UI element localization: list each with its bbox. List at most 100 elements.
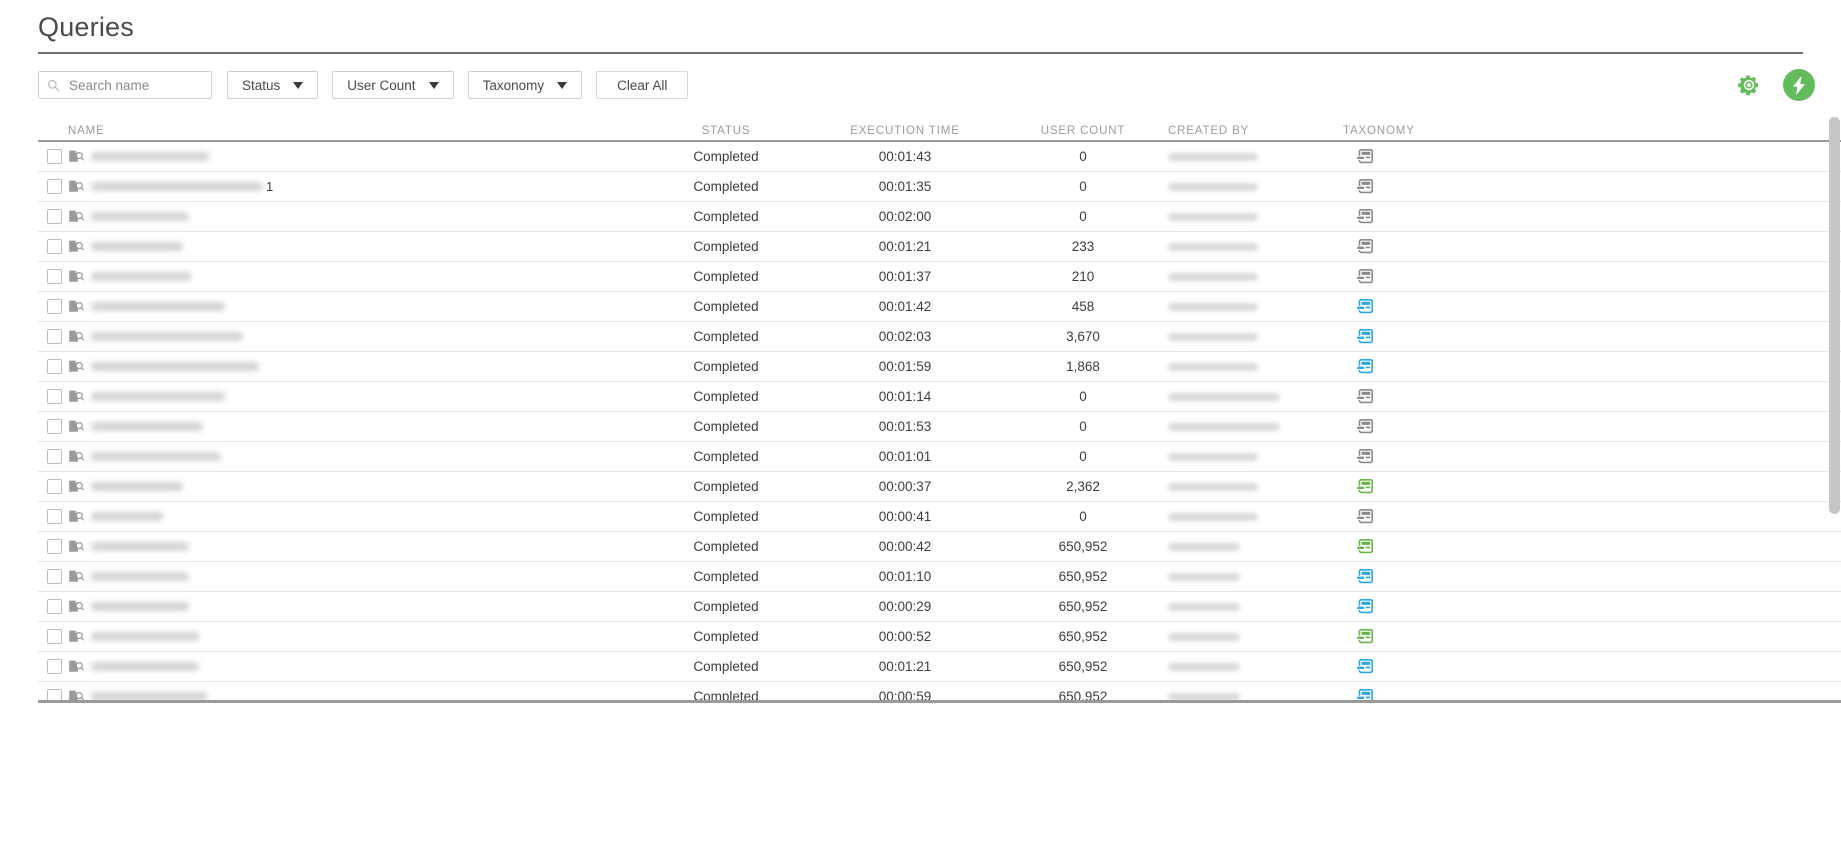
row-taxonomy-cell[interactable] xyxy=(1343,568,1543,585)
taxonomy-gray-icon[interactable] xyxy=(1356,238,1373,255)
taxonomy-gray-icon[interactable] xyxy=(1356,268,1373,285)
scrollbar-thumb[interactable] xyxy=(1829,117,1840,514)
vertical-scrollbar[interactable] xyxy=(1828,116,1841,674)
row-taxonomy-cell[interactable] xyxy=(1343,178,1543,195)
row-name-cell[interactable] xyxy=(68,209,640,224)
row-taxonomy-cell[interactable] xyxy=(1343,508,1543,525)
row-taxonomy-cell[interactable] xyxy=(1343,448,1543,465)
taxonomy-gray-icon[interactable] xyxy=(1356,208,1373,225)
row-name-cell[interactable] xyxy=(68,509,640,524)
taxonomy-blue-icon[interactable] xyxy=(1356,358,1373,375)
row-taxonomy-cell[interactable] xyxy=(1343,358,1543,375)
row-checkbox[interactable] xyxy=(47,179,62,194)
row-checkbox[interactable] xyxy=(47,689,62,700)
row-name-cell[interactable] xyxy=(68,689,640,700)
table-row[interactable]: Completed 00:01:42 458 xyxy=(38,292,1841,322)
table-row[interactable]: Completed 00:00:42 650,952 xyxy=(38,532,1841,562)
row-name-cell[interactable] xyxy=(68,329,640,344)
taxonomy-blue-icon[interactable] xyxy=(1356,688,1373,701)
row-taxonomy-cell[interactable] xyxy=(1343,268,1543,285)
table-row[interactable]: Completed 00:02:03 3,670 xyxy=(38,322,1841,352)
column-header-created-by[interactable]: CREATED BY xyxy=(1168,125,1343,137)
table-row[interactable]: Completed 00:00:59 650,952 xyxy=(38,682,1841,700)
row-taxonomy-cell[interactable] xyxy=(1343,208,1543,225)
row-checkbox[interactable] xyxy=(47,209,62,224)
row-name-cell[interactable] xyxy=(68,149,640,164)
filter-status-button[interactable]: Status xyxy=(227,71,319,99)
row-name-cell[interactable] xyxy=(68,569,640,584)
row-name-cell[interactable] xyxy=(68,539,640,554)
row-checkbox[interactable] xyxy=(47,239,62,254)
row-checkbox[interactable] xyxy=(47,539,62,554)
row-taxonomy-cell[interactable] xyxy=(1343,478,1543,495)
row-name-cell[interactable] xyxy=(68,389,640,404)
row-name-cell[interactable] xyxy=(68,659,640,674)
clear-all-button[interactable]: Clear All xyxy=(596,71,689,99)
row-taxonomy-cell[interactable] xyxy=(1343,148,1543,165)
table-row[interactable]: Completed 00:00:41 0 xyxy=(38,502,1841,532)
taxonomy-gray-icon[interactable] xyxy=(1356,448,1373,465)
row-checkbox[interactable] xyxy=(47,449,62,464)
table-row[interactable]: Completed 00:01:14 0 xyxy=(38,382,1841,412)
row-name-cell[interactable] xyxy=(68,479,640,494)
table-row[interactable]: Completed 00:01:43 0 xyxy=(38,142,1841,172)
row-name-cell[interactable]: 1 xyxy=(68,179,640,194)
row-taxonomy-cell[interactable] xyxy=(1343,628,1543,645)
row-checkbox[interactable] xyxy=(47,329,62,344)
taxonomy-gray-icon[interactable] xyxy=(1356,148,1373,165)
taxonomy-green-icon[interactable] xyxy=(1356,478,1373,495)
row-checkbox[interactable] xyxy=(47,479,62,494)
row-taxonomy-cell[interactable] xyxy=(1343,388,1543,405)
row-name-cell[interactable] xyxy=(68,269,640,284)
table-row[interactable]: 1 Completed 00:01:35 0 xyxy=(38,172,1841,202)
row-checkbox[interactable] xyxy=(47,359,62,374)
row-checkbox[interactable] xyxy=(47,659,62,674)
row-taxonomy-cell[interactable] xyxy=(1343,538,1543,555)
row-name-cell[interactable] xyxy=(68,599,640,614)
taxonomy-blue-icon[interactable] xyxy=(1356,658,1373,675)
row-checkbox[interactable] xyxy=(47,629,62,644)
taxonomy-blue-icon[interactable] xyxy=(1356,598,1373,615)
row-checkbox[interactable] xyxy=(47,569,62,584)
search-input[interactable] xyxy=(67,76,203,94)
row-taxonomy-cell[interactable] xyxy=(1343,598,1543,615)
taxonomy-blue-icon[interactable] xyxy=(1356,328,1373,345)
row-taxonomy-cell[interactable] xyxy=(1343,658,1543,675)
table-row[interactable]: Completed 00:00:29 650,952 xyxy=(38,592,1841,622)
taxonomy-blue-icon[interactable] xyxy=(1356,568,1373,585)
taxonomy-gray-icon[interactable] xyxy=(1356,178,1373,195)
row-name-cell[interactable] xyxy=(68,449,640,464)
row-checkbox[interactable] xyxy=(47,149,62,164)
table-row[interactable]: Completed 00:01:01 0 xyxy=(38,442,1841,472)
filter-taxonomy-button[interactable]: Taxonomy xyxy=(467,71,583,99)
row-name-cell[interactable] xyxy=(68,359,640,374)
row-name-cell[interactable] xyxy=(68,419,640,434)
column-header-name[interactable]: NAME xyxy=(68,125,640,137)
run-query-button[interactable] xyxy=(1783,69,1815,101)
row-taxonomy-cell[interactable] xyxy=(1343,238,1543,255)
table-row[interactable]: Completed 00:01:37 210 xyxy=(38,262,1841,292)
table-row[interactable]: Completed 00:01:59 1,868 xyxy=(38,352,1841,382)
gear-icon[interactable] xyxy=(1737,73,1761,97)
row-checkbox[interactable] xyxy=(47,419,62,434)
table-row[interactable]: Completed 00:00:52 650,952 xyxy=(38,622,1841,652)
column-header-taxonomy[interactable]: TAXONOMY xyxy=(1343,125,1543,137)
row-taxonomy-cell[interactable] xyxy=(1343,298,1543,315)
table-row[interactable]: Completed 00:01:21 650,952 xyxy=(38,652,1841,682)
column-header-user-count[interactable]: USER COUNT xyxy=(998,125,1168,137)
taxonomy-gray-icon[interactable] xyxy=(1356,418,1373,435)
filter-user-count-button[interactable]: User Count xyxy=(332,71,454,99)
column-header-execution-time[interactable]: EXECUTION TIME xyxy=(812,125,998,137)
row-taxonomy-cell[interactable] xyxy=(1343,688,1543,701)
row-checkbox[interactable] xyxy=(47,389,62,404)
row-taxonomy-cell[interactable] xyxy=(1343,328,1543,345)
taxonomy-gray-icon[interactable] xyxy=(1356,388,1373,405)
row-taxonomy-cell[interactable] xyxy=(1343,418,1543,435)
taxonomy-green-icon[interactable] xyxy=(1356,538,1373,555)
taxonomy-green-icon[interactable] xyxy=(1356,628,1373,645)
row-checkbox[interactable] xyxy=(47,599,62,614)
column-header-status[interactable]: STATUS xyxy=(640,125,812,137)
table-row[interactable]: Completed 00:01:21 233 xyxy=(38,232,1841,262)
row-name-cell[interactable] xyxy=(68,629,640,644)
search-input-wrapper[interactable] xyxy=(38,71,212,99)
